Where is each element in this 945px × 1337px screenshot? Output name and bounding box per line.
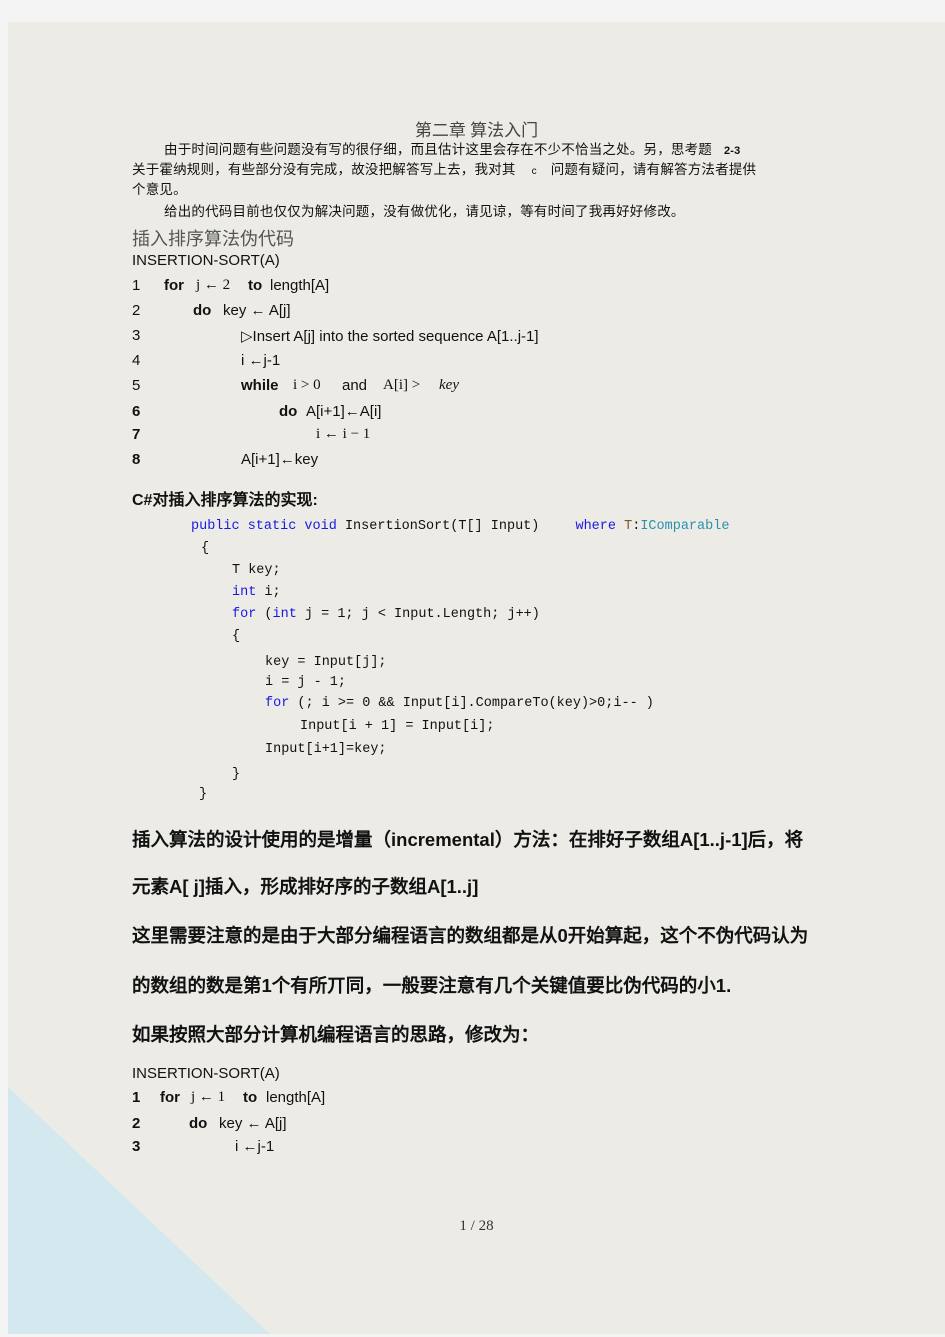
keyword: do	[279, 403, 298, 420]
code-line: for (; i >= 0 && Input[i].CompareTo(key)…	[265, 696, 654, 711]
page-number: 1 / 28	[459, 1218, 494, 1234]
keyword: for	[164, 277, 184, 294]
pseudocode-heading: 插入排序算法伪代码	[132, 229, 294, 249]
intro-text: 由于时间问题有些问题没有写的很仔细，而且估计这里会存在不少不恰当之处。另，思考题	[164, 142, 712, 157]
keyword: do	[189, 1115, 208, 1132]
code-line-signature: public static void InsertionSort(T[] Inp…	[191, 519, 729, 534]
code-keyword: for	[232, 607, 257, 622]
intro-line-2: 关于霍纳规则，有些部分没有完成，故没把解答写上去，我对其 c 问题有疑问，请有解…	[132, 158, 756, 178]
intro-line-4: 给出的代码目前也仅仅为解决问题，没有做优化，请见谅，等有时间了我再好好修改。	[164, 204, 685, 219]
csharp-heading: C#对插入排序算法的实现:	[132, 492, 318, 509]
keyword: for	[160, 1089, 180, 1106]
paragraph-line: 元素A[ j]插入，形成排好序的子数组A[1..j]	[132, 876, 479, 897]
intro-text: 关于霍纳规则，有些部分没有完成，故没把解答写上去，我对其	[132, 162, 516, 177]
expr: A[i] >	[383, 377, 421, 393]
line-number: 1	[132, 277, 141, 294]
expr: i ← i − 1	[316, 426, 371, 442]
document-page: 第二章 算法入门 由于时间问题有些问题没有写的很仔细，而且估计这里会存在不少不恰…	[8, 22, 945, 1334]
line-number: 5	[132, 377, 141, 394]
pseudocode-name: INSERTION-SORT(A)	[132, 252, 280, 269]
expr: A[i+1]←key	[241, 451, 319, 468]
exercise-ref: 2-3	[723, 145, 741, 157]
expr: length[A]	[270, 277, 330, 294]
code-keyword: for	[265, 696, 290, 711]
expr: and	[342, 377, 368, 394]
code-line: i = j - 1;	[265, 675, 347, 690]
code-line: T key;	[232, 563, 281, 578]
expr: A[i+1]←A[i]	[306, 403, 382, 420]
code-line: {	[201, 541, 210, 556]
expr: key ← A[j]	[219, 1115, 287, 1132]
expr: j ← 2	[196, 277, 231, 293]
code-keyword: int	[232, 585, 257, 600]
code-text: InsertionSort(T[] Input)	[344, 519, 540, 534]
expr: key	[439, 377, 459, 393]
code-keyword: int	[272, 607, 297, 622]
expr: i > 0	[293, 377, 321, 393]
code-keyword: public static void	[191, 519, 337, 534]
code-line: for (int j = 1; j < Input.Length; j++)	[232, 607, 540, 622]
code-text: i;	[256, 585, 281, 600]
line-number: 1	[132, 1089, 141, 1106]
line-number: 6	[132, 403, 141, 420]
line-number: 2	[132, 1115, 141, 1132]
expr: length[A]	[266, 1089, 326, 1106]
code-type: IComparable	[640, 519, 730, 534]
expr: j ← 1	[191, 1089, 226, 1105]
code-type-param: T	[624, 519, 633, 534]
question-ref: c	[531, 166, 537, 177]
code-line: key = Input[j];	[265, 655, 387, 670]
code-keyword: where	[575, 519, 616, 534]
code-text: j = 1; j < Input.Length; j++)	[296, 607, 540, 622]
comment: ▷Insert A[j] into the sorted sequence A[…	[241, 328, 539, 345]
paragraph-line: 插入算法的设计使用的是增量（incremental）方法：在排好子数组A[1..…	[132, 829, 804, 850]
expr: i ←j-1	[235, 1138, 275, 1155]
line-number: 3	[132, 1138, 141, 1155]
expr: key ← A[j]	[223, 302, 291, 319]
line-number: 8	[132, 451, 141, 468]
keyword: do	[193, 302, 212, 319]
expr: i ←j-1	[241, 352, 281, 369]
intro-line-3: 个意见。	[132, 182, 187, 197]
code-text: (	[256, 607, 273, 622]
code-line: Input[i+1]=key;	[265, 742, 387, 757]
line-number: 3	[132, 327, 141, 344]
keyword: while	[241, 377, 279, 394]
code-line: int i;	[232, 585, 281, 600]
code-line: }	[232, 767, 241, 782]
code-text: (; i >= 0 && Input[i].CompareTo(key)>0;i…	[289, 696, 654, 711]
line-number: 7	[132, 426, 141, 443]
pseudocode-name: INSERTION-SORT(A)	[132, 1065, 280, 1082]
keyword: to	[248, 277, 263, 294]
intro-line-1: 由于时间问题有些问题没有写的很仔细，而且估计这里会存在不少不恰当之处。另，思考题…	[164, 138, 740, 158]
paragraph-line: 的数组的数是第1个有所丌同，一般要注意有几个关键值要比伪代码的小1.	[132, 975, 732, 996]
code-line: Input[i + 1] = Input[i];	[300, 719, 495, 734]
paragraph-line: 如果按照大部分计算机编程语言的思路，修改为：	[132, 1024, 540, 1045]
code-line: }	[199, 787, 208, 802]
line-number: 4	[132, 352, 141, 369]
paragraph-line: 这里需要注意的是由于大部分编程语言的数组都是从0开始算起，这个不伪代码认为	[132, 925, 809, 946]
keyword: to	[243, 1089, 258, 1106]
code-line: {	[232, 629, 241, 644]
line-number: 2	[132, 302, 141, 319]
intro-text: 问题有疑问，请有解答方法者提供	[550, 162, 757, 177]
